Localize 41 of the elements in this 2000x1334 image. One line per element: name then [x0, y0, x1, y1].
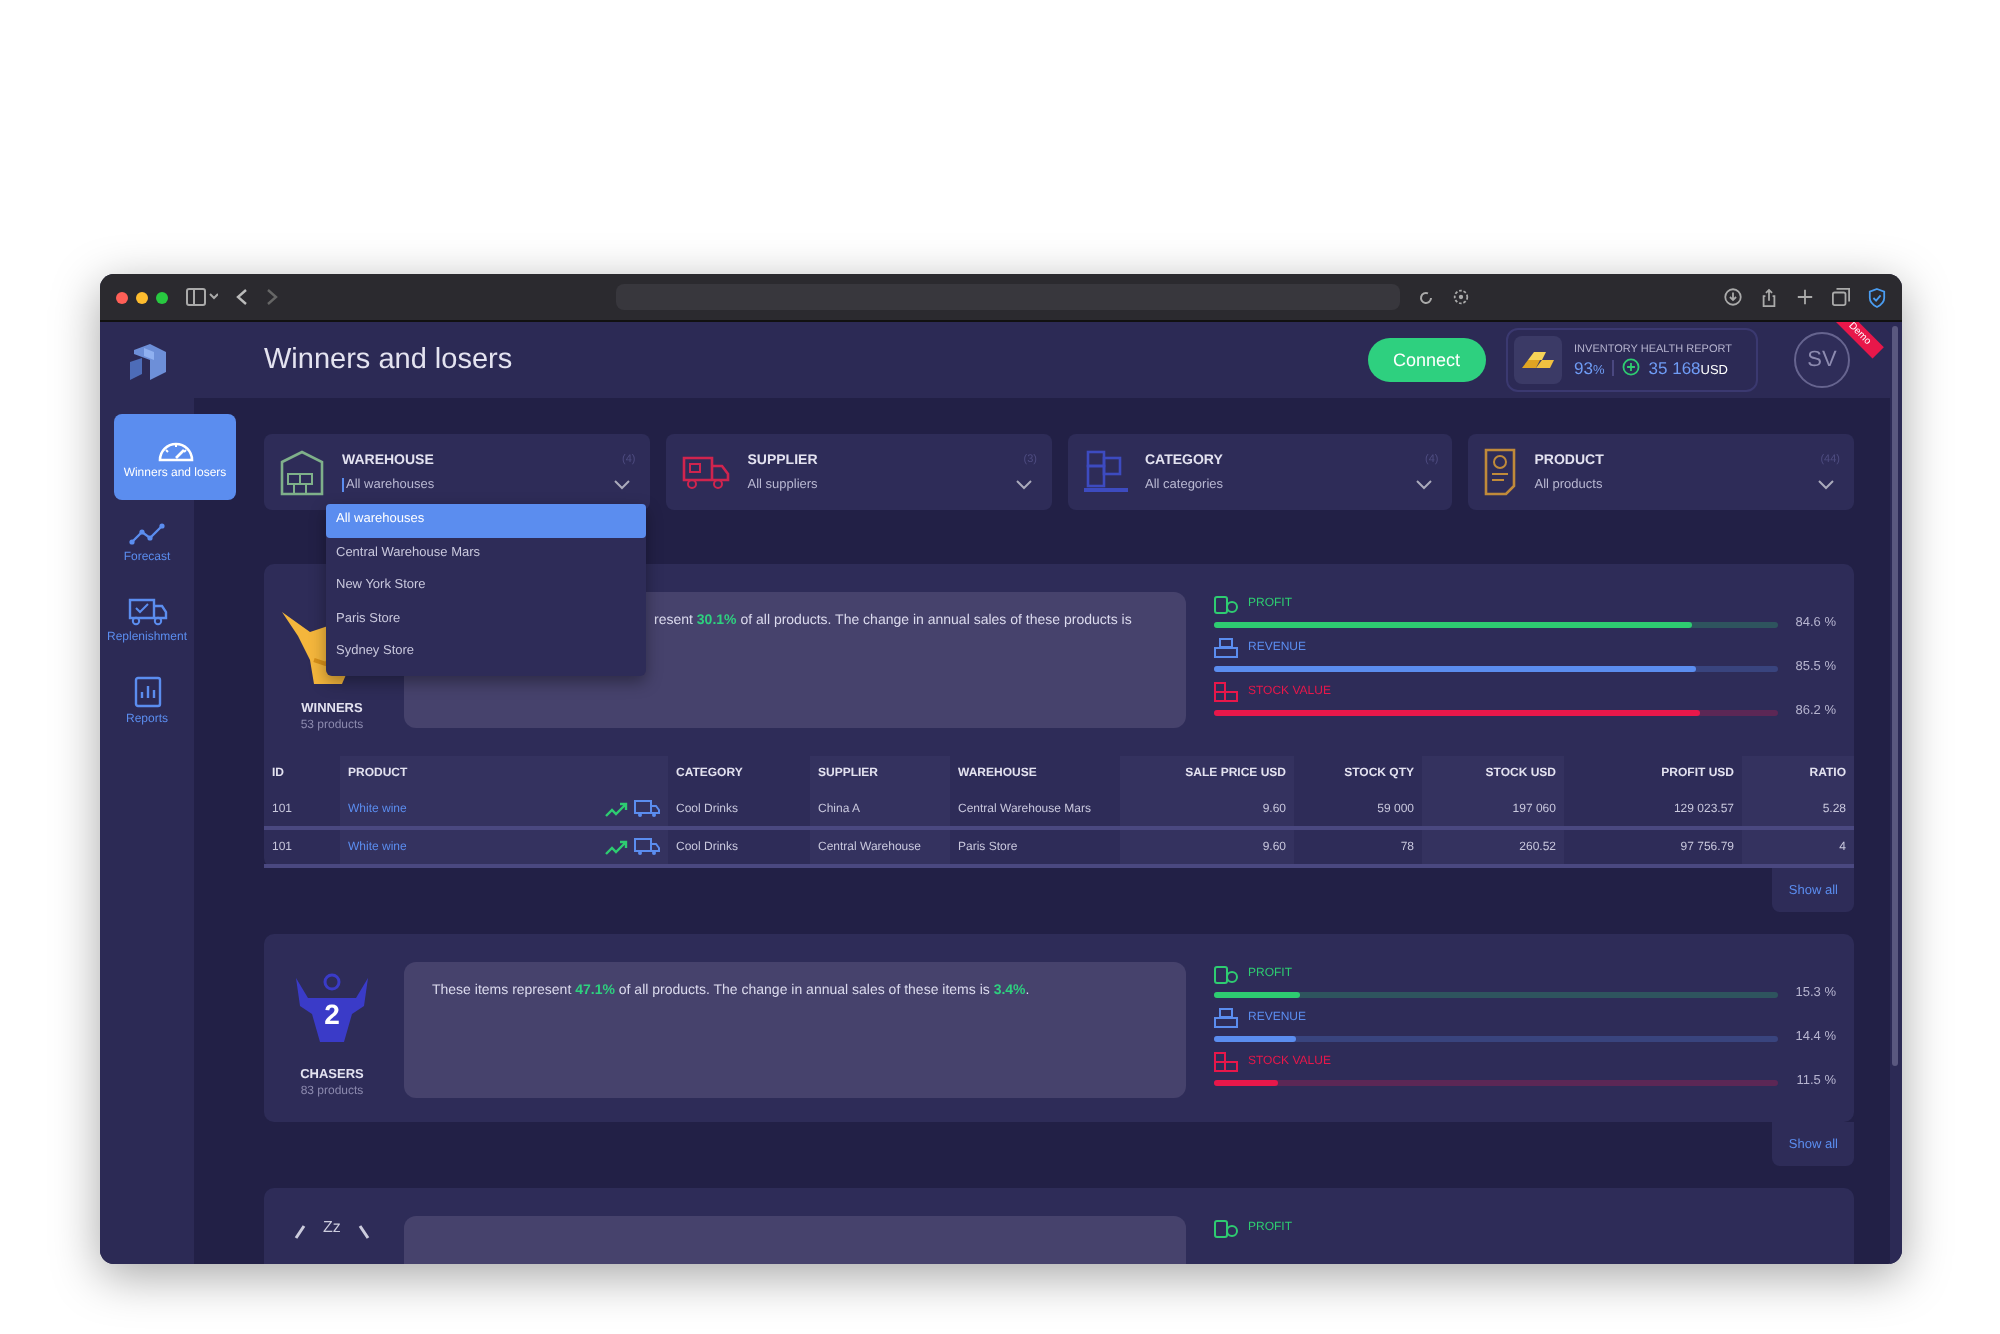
shield-icon[interactable] [1868, 287, 1886, 307]
cash-register-icon [1214, 638, 1238, 658]
boxes-icon [1214, 682, 1238, 702]
page-title: Winners and losers [264, 344, 513, 376]
chevron-down-icon [1416, 479, 1433, 489]
new-tab-icon[interactable] [1796, 288, 1814, 306]
trend-up-icon [604, 801, 628, 817]
truck-icon [127, 597, 167, 626]
truck-icon [681, 454, 730, 490]
reload-icon[interactable] [1418, 289, 1434, 305]
sidebar-toggle-icon[interactable] [186, 288, 218, 306]
download-icon[interactable] [1724, 288, 1742, 306]
logo-icon[interactable] [126, 342, 170, 382]
settings-icon[interactable] [1452, 288, 1470, 306]
close-window-button[interactable] [116, 291, 128, 303]
chevron-down-icon [613, 479, 630, 489]
minimize-window-button[interactable] [136, 291, 148, 303]
warehouse-icon [280, 448, 324, 496]
plus-circle-icon [1622, 358, 1641, 376]
truck-icon[interactable] [634, 800, 660, 818]
forward-icon[interactable] [266, 288, 278, 306]
report-icon [133, 676, 161, 709]
trend-up-icon [604, 839, 628, 855]
tabs-overview-icon[interactable] [1832, 288, 1850, 306]
maximize-window-button[interactable] [156, 291, 168, 303]
boxes-icon [1214, 1052, 1238, 1072]
cash-register-icon [1214, 1008, 1238, 1028]
boxes-icon [1083, 450, 1127, 494]
chevron-down-icon [1818, 479, 1834, 489]
user-avatar[interactable]: SV [1794, 332, 1850, 388]
truck-icon[interactable] [634, 838, 660, 856]
coins-icon [1214, 965, 1238, 983]
chevron-down-icon [1015, 479, 1031, 489]
document-icon [1484, 448, 1517, 496]
ingots-icon [1514, 336, 1563, 384]
line-chart-icon [127, 522, 167, 546]
coins-icon [1214, 595, 1238, 613]
back-icon[interactable] [236, 288, 248, 306]
share-icon[interactable] [1760, 287, 1778, 307]
coins-icon [1214, 1219, 1238, 1237]
scrollbar[interactable] [1890, 322, 1902, 1264]
